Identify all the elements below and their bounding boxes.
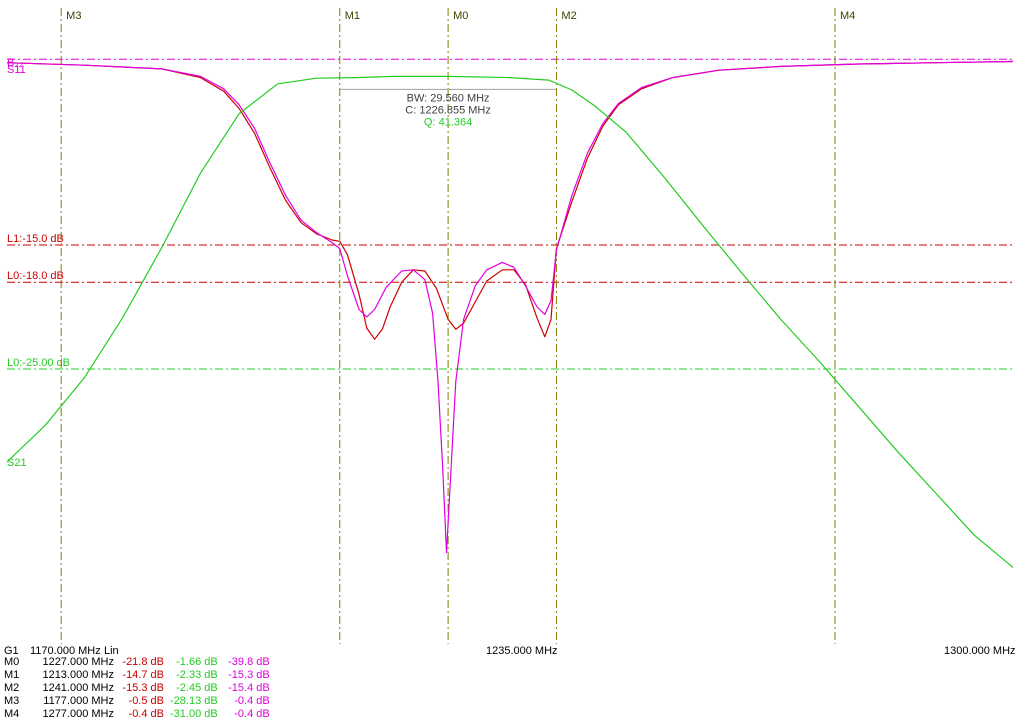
trace-labels: S21S11B₂₂ [7, 57, 27, 469]
trace-curves [6, 60, 1014, 568]
marker-s11-value: -0.4 dB [128, 708, 164, 720]
marker-row-m4: M4 1277.000 MHz -0.4 dB -31.00 dB -0.4 dB [4, 708, 276, 721]
marker-row-m1: M1 1213.000 MHz -14.7 dB -2.33 dB -15.3 dB [4, 669, 276, 682]
marker-name: M2 [4, 682, 20, 694]
marker-s22-value: -0.4 dB [234, 708, 270, 720]
x-center-label: 1235.000 MHz [486, 645, 558, 657]
x-stop-label: 1300.000 MHz [944, 645, 1016, 657]
trace-s11 [6, 60, 1014, 340]
trace-s21 [6, 75, 1014, 568]
trace-label-s21: S21 [7, 457, 27, 469]
marker-s21-value: -2.33 dB [176, 669, 218, 681]
marker-s21-value: -31.00 dB [170, 708, 218, 720]
marker-frequency: 1241.000 MHz [42, 682, 114, 694]
marker-label-m1: M1 [345, 10, 360, 22]
marker-s11-value: -14.7 dB [122, 669, 164, 681]
marker-label-m3: M3 [66, 10, 81, 22]
marker-frequency: 1177.000 MHz [43, 695, 114, 707]
marker-row-m0: M0 1227.000 MHz -21.8 dB -1.66 dB -39.8 dB [4, 656, 276, 669]
bandwidth-annotation: BW: 29.560 MHz C: 1226.855 MHz Q: 41.364 [339, 88, 557, 128]
marker-s21-value: -2.45 dB [176, 682, 218, 694]
marker-row-m2: M2 1241.000 MHz -15.3 dB -2.45 dB -15.4 dB [4, 682, 276, 695]
marker-name: M0 [4, 656, 20, 668]
marker-frequency: 1213.000 MHz [42, 669, 114, 681]
marker-s22-value: -15.4 dB [228, 682, 270, 694]
center-frequency-label: C: 1226.855 MHz [405, 104, 491, 116]
marker-s22-value: -0.4 dB [234, 695, 270, 707]
trace-label-s22: B₂₂ [7, 57, 23, 69]
network-analyzer-plot: L1:-15.0 dB L0:-18.0 dB L0:-25.00 dB M3 M1 M… [4, 8, 1016, 657]
marker-frequency: 1227.000 MHz [42, 656, 114, 668]
marker-frequency: 1277.000 MHz [42, 708, 114, 720]
marker-name: M4 [4, 708, 20, 720]
marker-name: M1 [4, 669, 20, 681]
marker-s11-value: -21.8 dB [122, 656, 164, 668]
marker-s11-value: -0.5 dB [128, 695, 164, 707]
trace-s22 [6, 60, 1014, 554]
marker-s21-value: -28.13 dB [170, 695, 218, 707]
marker-name: M3 [4, 695, 20, 707]
limit-lines: L1:-15.0 dB L0:-18.0 dB L0:-25.00 dB [7, 58, 1013, 370]
limit-label-1: L0:-18.0 dB [7, 270, 64, 282]
q-factor-label: Q: 41.364 [424, 116, 472, 128]
marker-label-m0: M0 [453, 10, 468, 22]
marker-s22-value: -15.3 dB [228, 669, 270, 681]
marker-label-m4: M4 [840, 10, 855, 22]
marker-s11-value: -15.3 dB [122, 682, 164, 694]
marker-s21-value: -1.66 dB [176, 656, 218, 668]
bandwidth-label: BW: 29.560 MHz [407, 92, 490, 104]
limit-label-2: L0:-25.00 dB [7, 357, 70, 369]
marker-readout-table: M0 1227.000 MHz -21.8 dB -1.66 dB -39.8 dB M1… [4, 656, 276, 721]
marker-s22-value: -39.8 dB [228, 656, 270, 668]
marker-label-m2: M2 [561, 10, 576, 22]
marker-row-m3: M3 1177.000 MHz -0.5 dB -28.13 dB -0.4 dB [4, 695, 276, 708]
limit-label-0: L1:-15.0 dB [7, 233, 64, 245]
